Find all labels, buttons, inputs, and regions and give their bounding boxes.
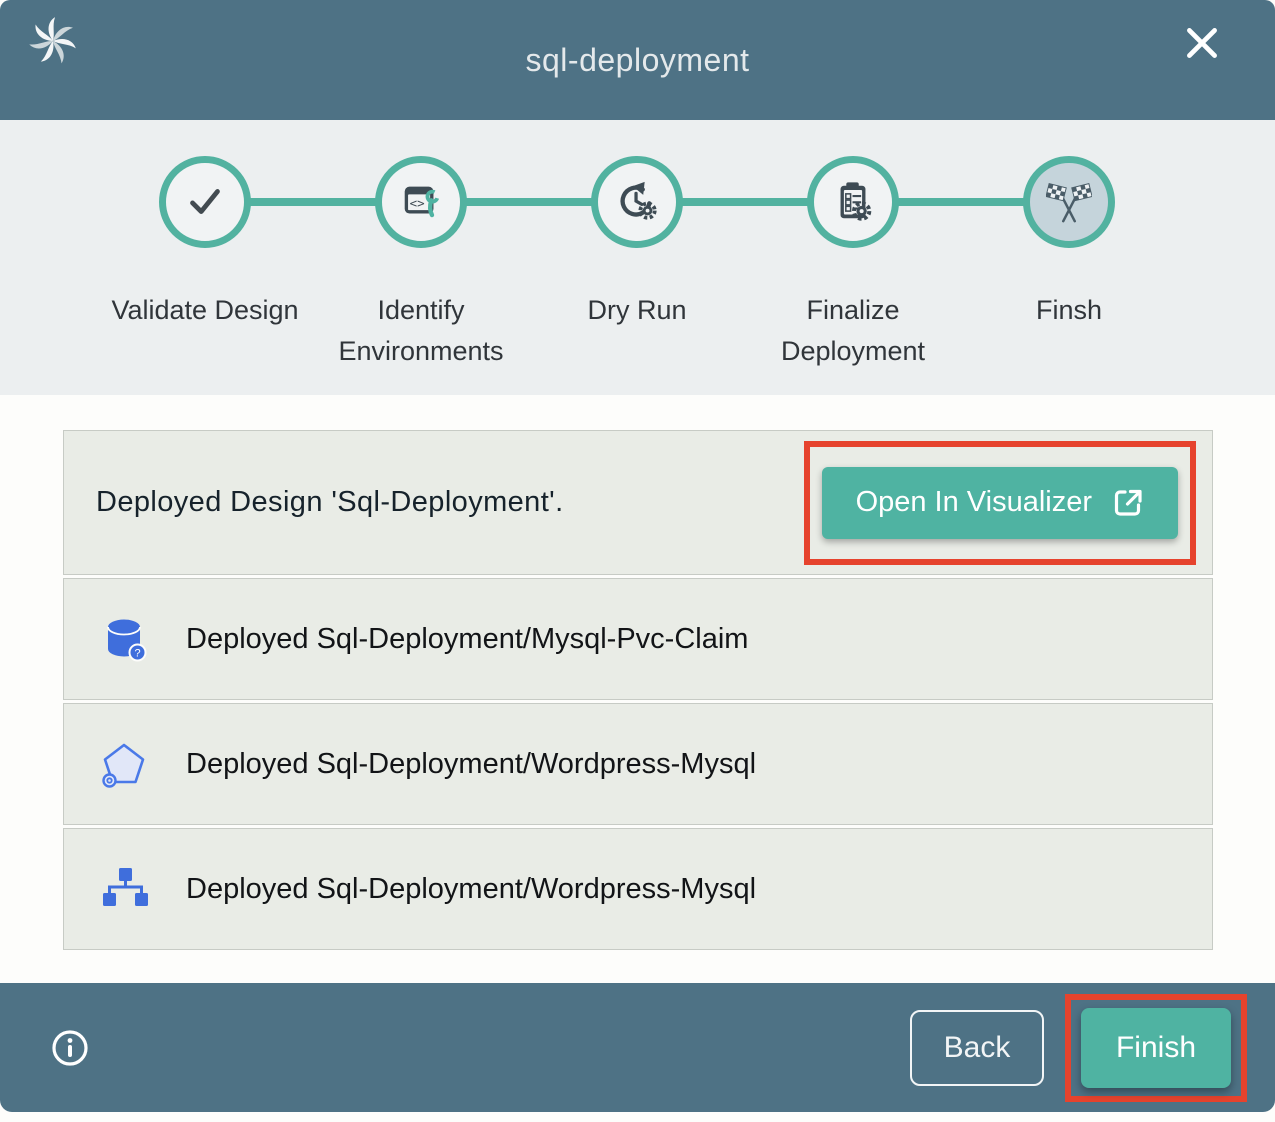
step-dry-run: Dry Run <box>529 120 745 395</box>
finish-button[interactable]: Finish <box>1081 1008 1231 1088</box>
step-circle-finalize-deployment[interactable] <box>807 156 899 248</box>
close-icon <box>1181 22 1223 64</box>
svg-text:<>: <> <box>410 195 425 210</box>
step-identify-environments: <> Identify Environments <box>313 120 529 395</box>
redeploy-gear-icon <box>614 179 660 225</box>
open-in-visualizer-button[interactable]: Open In Visualizer <box>822 467 1178 539</box>
info-icon <box>50 1028 90 1068</box>
clipboard-gear-icon <box>830 179 876 225</box>
close-button[interactable] <box>1181 22 1223 64</box>
deployed-item-text: Deployed Sql-Deployment/Wordpress-Mysql <box>186 748 756 781</box>
info-button[interactable] <box>50 1028 90 1068</box>
back-button[interactable]: Back <box>910 1010 1044 1086</box>
modal-header: sql-deployment <box>0 0 1275 120</box>
deployment-results: Deployed Design 'Sql-Deployment'. Open I… <box>0 395 1275 950</box>
deployed-item-text: Deployed Sql-Deployment/Mysql-Pvc-Claim <box>186 623 748 656</box>
step-label: Dry Run <box>587 290 686 331</box>
deployment-wizard-modal: sql-deployment Validate Design <> <box>0 0 1275 1122</box>
annotation-highlight-visualizer: Open In Visualizer <box>804 441 1196 565</box>
modal-footer: Back Finish <box>0 983 1275 1112</box>
checkered-flags-icon <box>1046 179 1092 225</box>
checkmark-icon <box>182 179 228 225</box>
step-label: Identify Environments <box>313 290 529 371</box>
code-window-wrench-icon: <> <box>398 179 444 225</box>
step-circle-dry-run[interactable] <box>591 156 683 248</box>
step-label: Finalize Deployment <box>745 290 961 371</box>
external-link-icon <box>1112 487 1144 519</box>
database-icon: ? <box>100 615 148 663</box>
footer-actions: Back Finish <box>910 994 1247 1102</box>
stepper: Validate Design <> Identify Environments <box>0 120 1275 395</box>
modal-title: sql-deployment <box>0 42 1275 79</box>
step-validate-design: Validate Design <box>97 120 313 395</box>
step-finish: Finsh <box>961 120 1177 395</box>
step-label: Validate Design <box>111 290 298 331</box>
svg-text:?: ? <box>134 648 140 660</box>
deployed-design-row: Deployed Design 'Sql-Deployment'. Open I… <box>63 430 1213 575</box>
step-circle-identify-environments[interactable]: <> <box>375 156 467 248</box>
step-circle-finish[interactable] <box>1023 156 1115 248</box>
step-finalize-deployment: Finalize Deployment <box>745 120 961 395</box>
open-in-visualizer-label: Open In Visualizer <box>856 486 1092 519</box>
deployed-item-row: Deployed Sql-Deployment/Wordpress-Mysql <box>63 703 1213 825</box>
step-circle-validate-design[interactable] <box>159 156 251 248</box>
step-label: Finsh <box>1036 290 1102 331</box>
annotation-highlight-finish: Finish <box>1065 994 1247 1102</box>
deployed-item-row: ? Deployed Sql-Deployment/Mysql-Pvc-Clai… <box>63 578 1213 700</box>
deployed-item-text: Deployed Sql-Deployment/Wordpress-Mysql <box>186 873 756 906</box>
deployed-design-text: Deployed Design 'Sql-Deployment'. <box>96 486 564 519</box>
pentagon-component-icon <box>100 740 148 788</box>
hierarchy-icon <box>100 865 148 913</box>
deployed-item-row: Deployed Sql-Deployment/Wordpress-Mysql <box>63 828 1213 950</box>
